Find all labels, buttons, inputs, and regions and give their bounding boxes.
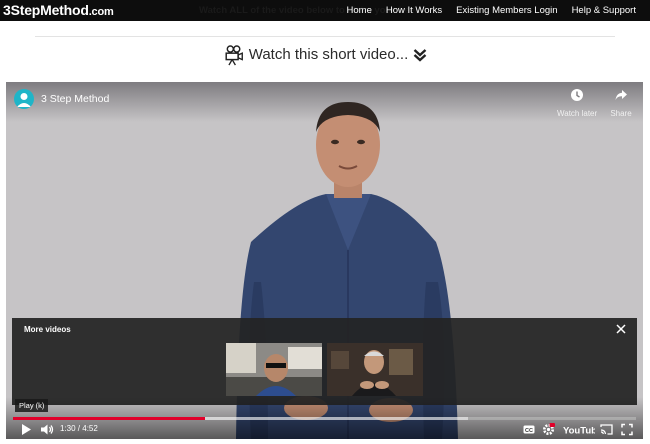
watch-later-label: Watch later: [557, 109, 598, 118]
video-player[interactable]: 3 Step Method Watch later Share More vid…: [6, 82, 643, 439]
youtube-logo-label: YouTube: [563, 426, 595, 437]
site-logo[interactable]: 3StepMethod.com: [3, 1, 114, 22]
channel-avatar-icon: [17, 93, 31, 107]
watch-heading: Watch this short video...: [0, 43, 650, 67]
clock-icon: [571, 89, 583, 101]
logo-domain: .com: [88, 6, 114, 18]
progress-bar[interactable]: [13, 417, 636, 420]
nav-link-home[interactable]: Home: [347, 0, 372, 21]
cast-icon[interactable]: [600, 423, 613, 436]
watch-heading-text: Watch this short video...: [248, 46, 409, 63]
fullscreen-icon[interactable]: [621, 423, 633, 436]
more-videos-title: More videos: [24, 325, 71, 334]
logo-prefix: 3: [3, 2, 11, 18]
share-button[interactable]: Share: [601, 88, 641, 119]
logo-name: StepMethod: [10, 2, 89, 18]
volume-icon[interactable]: [40, 423, 54, 436]
suggested-video-thumbnail[interactable]: [226, 343, 322, 396]
play-tooltip: Play (k): [15, 399, 49, 412]
settings-gear-icon[interactable]: [542, 423, 555, 436]
nav-links: Home How It Works Existing Members Login…: [347, 0, 650, 21]
thumbnail-image: [327, 343, 423, 396]
more-videos-panel: More videos: [12, 318, 637, 405]
thumbnail-image: [226, 343, 322, 396]
movie-camera-icon: [225, 45, 243, 66]
heading-divider: [35, 36, 615, 37]
watch-later-button[interactable]: Watch later: [557, 88, 597, 119]
captions-icon[interactable]: CC: [523, 423, 535, 436]
top-nav-bar: 3StepMethod.com Watch ALL of the video b…: [0, 0, 650, 21]
progress-played: [13, 417, 205, 420]
share-label: Share: [610, 109, 632, 118]
nav-link-how-it-works[interactable]: How It Works: [386, 0, 442, 21]
video-channel-title[interactable]: 3 Step Method: [41, 93, 109, 106]
captions-label: CC: [525, 428, 533, 434]
share-arrow-icon: [615, 90, 627, 100]
youtube-logo-icon[interactable]: YouTube: [563, 423, 595, 437]
play-icon[interactable]: [21, 423, 32, 436]
nav-link-members-login[interactable]: Existing Members Login: [456, 0, 557, 21]
channel-avatar[interactable]: [14, 89, 34, 109]
time-readout: 1:30 / 4:52: [60, 424, 98, 433]
close-icon[interactable]: [615, 323, 627, 335]
nav-link-help-support[interactable]: Help & Support: [572, 0, 636, 21]
page: 3StepMethod.com Watch ALL of the video b…: [0, 0, 650, 444]
suggested-video-thumbnail[interactable]: [327, 343, 423, 396]
double-chevron-down-icon[interactable]: [413, 48, 427, 62]
